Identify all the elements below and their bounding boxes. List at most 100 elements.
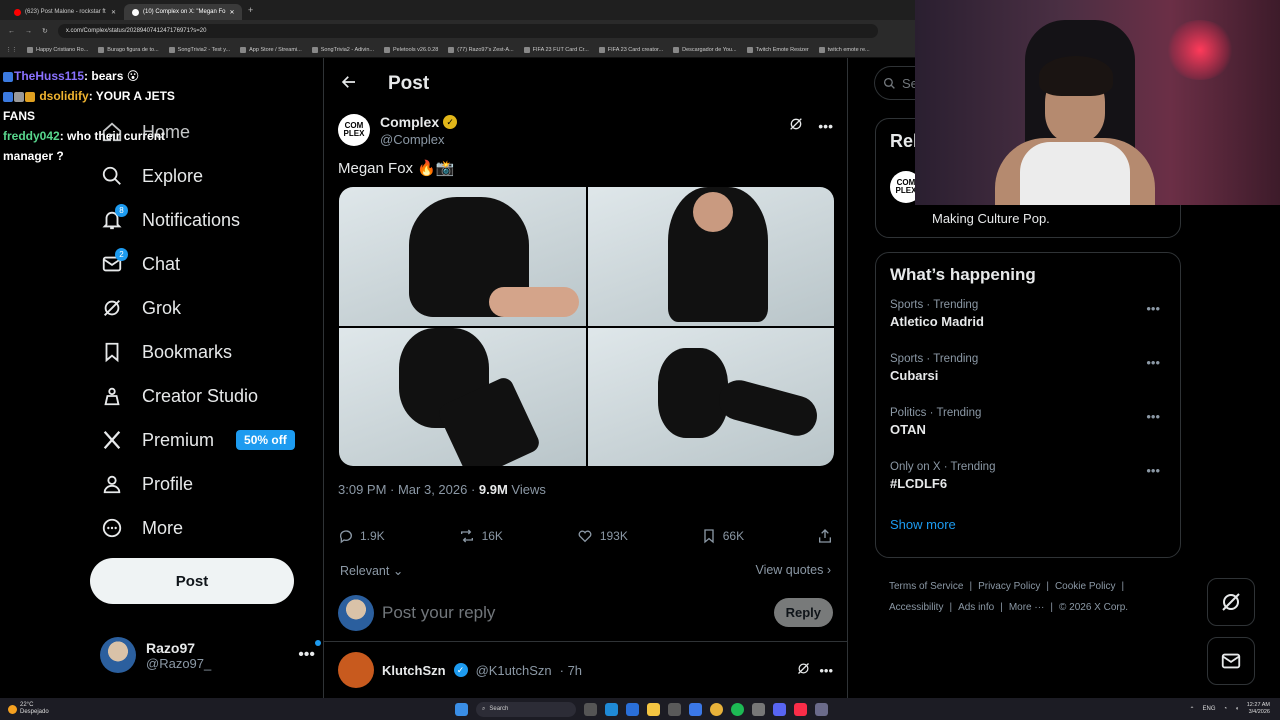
nav-grok[interactable]: Grok [90,286,320,330]
account-switcher[interactable]: Razo97 @Razo97_ ••• [100,637,321,673]
view-quotes-link[interactable]: View quotes › [755,563,831,577]
footer-link[interactable]: Accessibility [889,602,943,613]
grok-icon[interactable] [796,661,811,679]
like-action[interactable]: 193K [576,528,628,544]
bookmark-item[interactable]: App Store / Streami... [240,46,302,53]
weather-widget[interactable]: 22°C Despejado [0,702,120,716]
repost-action[interactable]: 16K [458,528,503,544]
bookmark-item[interactable]: Happy Cristiano Ro... [27,46,88,53]
spotify-icon[interactable] [731,702,744,716]
footer-link[interactable]: Privacy Policy [978,581,1040,592]
tweet-photo[interactable] [339,327,586,466]
post-button[interactable]: Post [90,558,294,604]
bookmark-item[interactable]: SongTrivia2 - Adivin... [311,46,374,53]
footer-link[interactable]: Cookie Policy [1055,581,1116,592]
more-horizontal-icon[interactable]: ••• [298,640,321,664]
mail-icon: 2 [100,248,128,276]
nav-explore[interactable]: Explore [90,154,320,198]
author-handle[interactable]: @Complex [380,132,457,147]
clock[interactable]: 12:27 AM 3/4/2026 [1247,702,1270,716]
bookmark-item[interactable]: Descargador de You... [673,46,737,53]
reply-input[interactable]: Post your reply [382,603,495,623]
url-field[interactable]: x.com/Complex/status/2028940741247176971… [57,24,878,38]
more-horizontal-icon[interactable]: ••• [1146,355,1160,370]
grok-icon [100,296,124,320]
nav-chat[interactable]: 2 Chat [90,242,320,286]
forward-icon[interactable]: → [25,28,32,35]
new-tab-button[interactable]: + [248,5,253,15]
bookmark-item[interactable]: FIFA 23 Card creator... [598,46,663,53]
bookmark-item[interactable]: Burago figura de to... [98,46,159,53]
more-horizontal-icon[interactable]: ••• [819,663,833,678]
repost-icon [460,529,473,543]
reply-action[interactable]: 1.9K [338,528,385,544]
back-icon[interactable]: ← [8,28,15,35]
more-horizontal-icon[interactable]: ••• [1146,301,1160,316]
app-icon[interactable] [668,702,681,716]
author-name[interactable]: Complex ✓ [380,114,458,130]
nav-more[interactable]: More [90,506,320,550]
close-icon[interactable]: ✕ [111,9,116,16]
reply-button[interactable]: Reply [773,598,833,627]
messages-floating-button[interactable] [1207,637,1255,685]
grok-icon[interactable] [788,116,804,135]
bookmark-action[interactable]: 66K [701,528,744,544]
wifi-icon[interactable]: ◔ [1224,706,1228,712]
tweet-photo[interactable] [339,187,586,326]
music-app-icon[interactable] [794,702,807,716]
taskbar-search[interactable]: ⌕ Search [476,701,576,717]
browser-tab-youtube[interactable]: (623) Post Malone - rockstar ft ✕ [6,4,124,20]
footer-link[interactable]: Ads info [958,602,994,613]
more-horizontal-icon[interactable]: ••• [1146,409,1160,424]
nav-notifications[interactable]: 8 Notifications [90,198,320,242]
footer-link[interactable]: Terms of Service [889,581,963,592]
browser-tab-x[interactable]: (10) Complex on X: "Megan Fo ✕ [124,4,242,20]
nav-home[interactable]: Home [90,110,320,154]
nav-premium[interactable]: Premium 50% off [90,418,320,462]
edge-icon[interactable] [605,702,618,716]
mail-app-icon[interactable] [689,702,702,716]
more-horizontal-icon[interactable]: ••• [1146,463,1160,478]
tweet-time[interactable]: 3:09 PM · Mar 3, 2026 · [338,482,479,497]
bookmark-item[interactable]: SongTrivia2 - Test y... [168,46,230,53]
nav-creator-studio[interactable]: Creator Studio [90,374,320,418]
task-view-icon[interactable] [584,702,597,716]
reply-tweet[interactable]: KlutchSzn ✓ @K1utchSzn · 7h ••• [324,642,847,698]
app-icon[interactable] [752,702,765,716]
file-explorer-icon[interactable] [647,702,660,716]
back-arrow-icon[interactable] [340,73,358,96]
footer-more[interactable]: More ··· [1009,602,1045,613]
bookmark-item[interactable]: (77) Razo97's Zest-A... [448,46,514,53]
nav-bookmarks[interactable]: Bookmarks [90,330,320,374]
app-icon[interactable] [815,702,828,716]
volume-icon[interactable]: ◖ [1235,706,1239,712]
bookmark-item[interactable]: FIFA 23 FUT Card Cr... [523,46,589,53]
trend-item[interactable]: Only on X · Trending #LCDLF6 ••• [890,461,1166,515]
show-more-link[interactable]: Show more [890,517,1166,532]
language-indicator[interactable]: ENG [1202,706,1215,712]
reload-icon[interactable]: ↻ [42,27,48,35]
chevron-up-icon[interactable]: ⌃ [1189,706,1194,713]
bookmark-item[interactable]: Peletools v26.0.28 [384,46,438,53]
more-horizontal-icon[interactable]: ••• [818,118,833,134]
reply-author-name[interactable]: KlutchSzn [382,663,446,678]
bookmark-item[interactable]: Twitch Emote Resizer [746,46,809,53]
windows-start-icon[interactable] [455,702,468,716]
trend-item[interactable]: Sports · Trending Cubarsi ••• [890,353,1166,407]
tweet-photo[interactable] [587,187,834,326]
discord-icon[interactable] [773,702,786,716]
avatar[interactable] [338,652,374,688]
sort-dropdown[interactable]: Relevant ⌄ [340,563,403,578]
close-icon[interactable]: ✕ [230,9,235,16]
store-icon[interactable] [626,702,639,716]
trend-item[interactable]: Politics · Trending OTAN ••• [890,407,1166,461]
trend-item[interactable]: Sports · Trending Atletico Madrid ••• [890,299,1166,353]
bookmark-item[interactable]: twitch emote re... [818,46,870,53]
complex-avatar[interactable]: COM PLEX [338,114,370,146]
reply-author-handle[interactable]: @K1utchSzn [476,663,552,678]
nav-profile[interactable]: Profile [90,462,320,506]
tweet-photo[interactable] [587,327,834,466]
grok-floating-button[interactable] [1207,578,1255,626]
chrome-icon[interactable] [710,702,723,716]
share-action[interactable] [817,528,833,544]
